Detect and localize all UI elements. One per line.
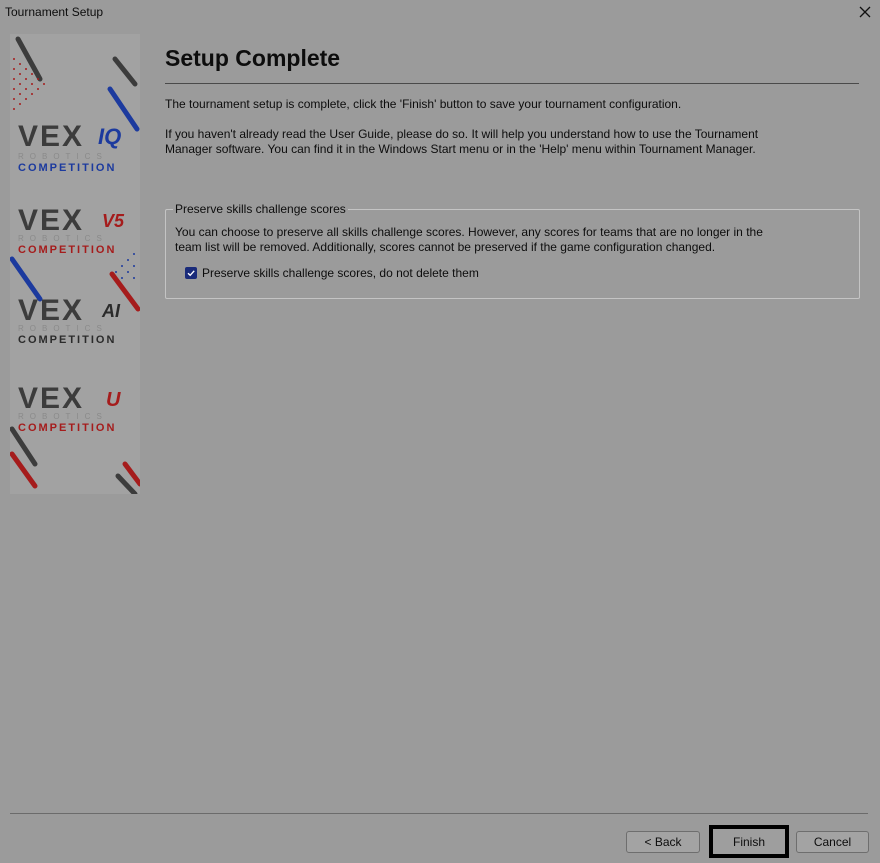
checkbox-checked-icon[interactable] [185,267,197,279]
logo-variant: IQ [98,124,122,149]
title-divider [165,83,859,84]
logo-robotics: ROBOTICS [18,152,108,161]
window-title: Tournament Setup [5,5,104,19]
logo-robotics: ROBOTICS [18,412,108,421]
page-title: Setup Complete [165,45,341,71]
cancel-button[interactable]: Cancel [796,831,869,853]
close-button[interactable] [850,0,880,24]
logo-competition: COMPETITION [18,422,117,434]
group-legend: Preserve skills challenge scores [173,202,348,216]
back-button[interactable]: < Back [626,831,700,853]
logo-vex-ai: VEX AI ROBOTICS COMPETITION [10,296,140,346]
logo-robotics: ROBOTICS [18,324,108,333]
preserve-scores-checkbox[interactable]: Preserve skills challenge scores, do not… [185,266,479,280]
group-description: You can choose to preserve all skills ch… [175,225,763,254]
footer-divider [10,813,868,814]
title-bar: Tournament Setup [0,0,880,24]
user-guide-text: If you haven't already read the User Gui… [165,127,759,156]
checkbox-label: Preserve skills challenge scores, do not… [202,266,479,280]
logo-word: VEX [18,120,85,153]
logo-variant: AI [102,301,120,321]
logo-robotics: ROBOTICS [18,234,108,243]
logo-variant: U [106,389,121,411]
logo-word: VEX [18,294,85,327]
completion-text: The tournament setup is complete, click … [165,97,682,111]
logo-variant: V5 [102,211,125,231]
logo-vex-v5: VEX V5 ROBOTICS COMPETITION [10,206,140,256]
finish-button[interactable]: Finish [709,825,789,858]
preserve-scores-group: Preserve skills challenge scores You can… [165,202,860,299]
logo-word: VEX [18,204,85,237]
logo-competition: COMPETITION [18,244,117,256]
vex-banner: VEX IQ ROBOTICS COMPETITION VEX V5 ROBOT… [10,34,140,494]
logo-competition: COMPETITION [18,334,117,346]
close-icon [859,6,871,18]
logo-vex-iq: VEX IQ ROBOTICS COMPETITION [10,122,140,182]
logo-vex-u: VEX U ROBOTICS COMPETITION [10,384,140,434]
logo-competition: COMPETITION [18,162,117,174]
logo-word: VEX [18,382,85,415]
